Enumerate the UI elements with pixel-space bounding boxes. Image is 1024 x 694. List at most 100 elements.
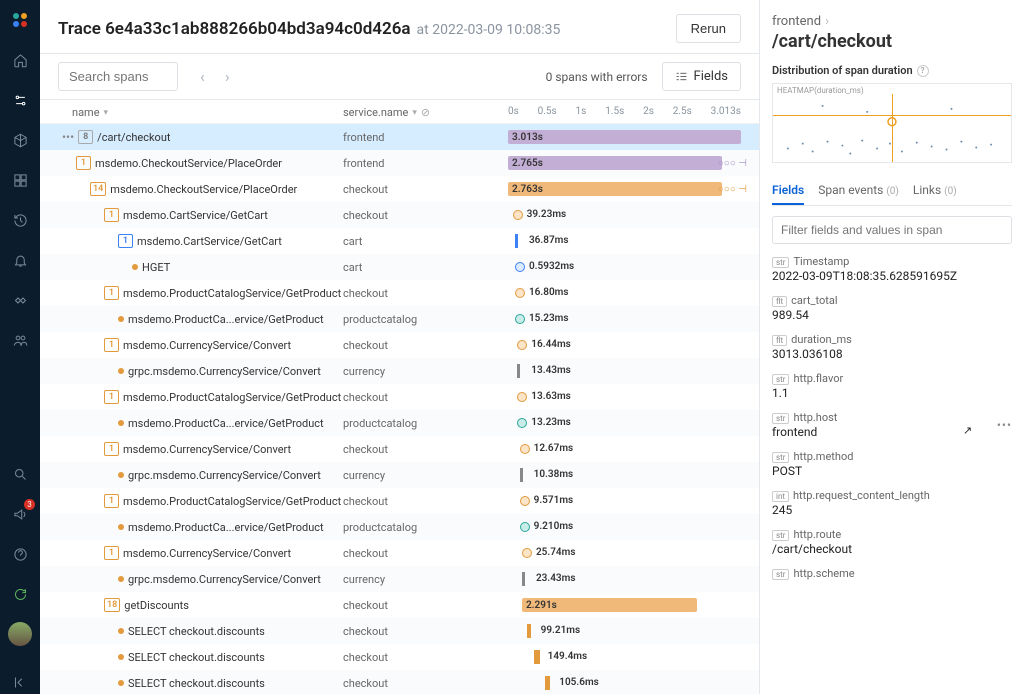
search-nav-icon[interactable] <box>8 462 32 486</box>
refresh-icon[interactable] <box>8 582 32 606</box>
span-row[interactable]: SELECT checkout.discountscheckout105.6ms <box>40 670 759 694</box>
span-name: getDiscounts <box>124 599 189 612</box>
span-row[interactable]: msdemo.ProductCa...ervice/GetProductprod… <box>40 514 759 540</box>
span-row[interactable]: •••8/cart/checkoutfrontend3.013s <box>40 124 759 150</box>
handshake-icon[interactable] <box>8 288 32 312</box>
collapse-icon[interactable] <box>8 670 32 694</box>
info-icon[interactable]: ? <box>917 65 929 77</box>
field-value: POST <box>772 464 1012 478</box>
heatmap-chart[interactable]: HEATMAP(duration_ms) <box>772 83 1012 163</box>
column-headers: name ▾ service.name ▾ ⊘ 0s0.5s1s1.5s2s2.… <box>40 100 759 124</box>
span-row[interactable]: 1msdemo.CurrencyService/Convertcheckout2… <box>40 540 759 566</box>
field-item[interactable]: strhttp.scheme <box>772 566 1012 580</box>
span-bar: 0.5932ms <box>508 258 741 276</box>
service-name: checkout <box>343 599 508 612</box>
span-count[interactable]: 1 <box>104 390 119 404</box>
span-bar: 39.23ms <box>508 206 741 224</box>
field-value: 2022-03-09T18:08:35.628591695Z <box>772 269 1012 283</box>
leaf-bullet <box>118 576 124 582</box>
span-row[interactable]: msdemo.ProductCa...ervice/GetProductprod… <box>40 306 759 332</box>
span-count[interactable]: 1 <box>104 494 119 508</box>
span-row[interactable]: grpc.msdemo.CurrencyService/Convertcurre… <box>40 358 759 384</box>
team-icon[interactable] <box>8 328 32 352</box>
span-row[interactable]: HGETcart0.5932ms <box>40 254 759 280</box>
span-count[interactable]: 1 <box>104 546 119 560</box>
field-item[interactable]: strhttp.flavor1.1 <box>772 371 1012 400</box>
distribution-title: Distribution of span duration ? <box>772 64 1012 77</box>
span-row[interactable]: 1msdemo.ProductCatalogService/GetProduct… <box>40 280 759 306</box>
leaf-bullet <box>118 680 124 686</box>
tab-fields[interactable]: Fields <box>772 177 804 205</box>
service-name: checkout <box>343 287 508 300</box>
span-name: msdemo.CheckoutService/PlaceOrder <box>95 157 282 170</box>
span-row[interactable]: msdemo.ProductCa...ervice/GetProductprod… <box>40 410 759 436</box>
user-avatar[interactable] <box>8 622 32 646</box>
span-count[interactable]: 1 <box>104 286 119 300</box>
service-name: frontend <box>343 157 508 170</box>
span-bar: 9.210ms <box>508 518 741 536</box>
col-service[interactable]: service.name ▾ ⊘ <box>343 106 508 119</box>
next-span-button[interactable]: › <box>217 63 238 90</box>
span-bar: 13.43ms <box>508 362 741 380</box>
service-name: cart <box>343 261 508 274</box>
service-name: cart <box>343 235 508 248</box>
home-icon[interactable] <box>8 48 32 72</box>
field-more-icon[interactable]: ••• <box>997 418 1012 432</box>
span-count[interactable]: 14 <box>90 182 106 196</box>
span-row[interactable]: 1msdemo.ProductCatalogService/GetProduct… <box>40 384 759 410</box>
more-icon[interactable]: ••• <box>62 130 74 144</box>
span-row[interactable]: SELECT checkout.discountscheckout99.21ms <box>40 618 759 644</box>
span-count[interactable]: 18 <box>104 598 120 612</box>
span-count[interactable]: 1 <box>104 208 119 222</box>
filter-fields-input[interactable] <box>772 216 1012 244</box>
tab-span-events[interactable]: Span events (0) <box>818 177 899 205</box>
span-row[interactable]: 1 msdemo.CheckoutService/PlaceOrder fronte… <box>40 150 759 176</box>
field-item[interactable]: strhttp.methodPOST <box>772 449 1012 478</box>
details-panel: frontend › /cart/checkout Distribution o… <box>759 0 1024 694</box>
rerun-button[interactable]: Rerun <box>676 14 741 43</box>
leaf-bullet <box>118 524 124 530</box>
announce-icon[interactable] <box>8 502 32 526</box>
col-name[interactable]: name ▾ <box>58 106 343 119</box>
alerts-icon[interactable] <box>8 248 32 272</box>
span-count[interactable]: 8 <box>78 130 93 144</box>
search-spans-input[interactable] <box>58 62 178 91</box>
field-item[interactable]: strhttp.route/cart/checkout <box>772 527 1012 556</box>
help-icon[interactable] <box>8 542 32 566</box>
tab-links[interactable]: Links (0) <box>913 177 957 205</box>
span-row[interactable]: grpc.msdemo.CurrencyService/Convertcurre… <box>40 566 759 592</box>
span-row[interactable]: 1msdemo.CartService/GetCartcart36.87ms <box>40 228 759 254</box>
span-row[interactable]: grpc.msdemo.CurrencyService/Convertcurre… <box>40 462 759 488</box>
span-row[interactable]: 14msdemo.CheckoutService/PlaceOrdercheck… <box>40 176 759 202</box>
span-count[interactable]: 1 <box>104 442 119 456</box>
query-icon[interactable] <box>8 88 32 112</box>
field-item[interactable]: strTimestamp2022-03-09T18:08:35.62859169… <box>772 254 1012 283</box>
span-row[interactable]: 1msdemo.ProductCatalogService/GetProduct… <box>40 488 759 514</box>
dashboard-icon[interactable] <box>8 168 32 192</box>
span-row[interactable]: 1msdemo.CurrencyService/Convertcheckout1… <box>40 332 759 358</box>
span-row[interactable]: SELECT checkout.discountscheckout149.4ms <box>40 644 759 670</box>
prev-span-button[interactable]: ‹ <box>192 63 213 90</box>
logo-icon[interactable] <box>8 8 32 32</box>
leaf-bullet <box>118 472 124 478</box>
service-name: productcatalog <box>343 521 508 534</box>
span-row[interactable]: 1msdemo.CartService/GetCartcheckout39.23… <box>40 202 759 228</box>
span-bar: 99.21ms <box>508 622 741 640</box>
span-row[interactable]: 1msdemo.CurrencyService/Convertcheckout1… <box>40 436 759 462</box>
cube-icon[interactable] <box>8 128 32 152</box>
history-icon[interactable] <box>8 208 32 232</box>
fields-button[interactable]: Fields <box>662 62 741 91</box>
breadcrumb[interactable]: frontend › <box>772 14 1012 29</box>
field-item[interactable]: fltduration_ms3013.036108 <box>772 332 1012 361</box>
field-item[interactable]: inthttp.request_content_length245 <box>772 488 1012 517</box>
span-count[interactable]: 1 <box>104 338 119 352</box>
pin-icon: ⊘ <box>421 106 430 119</box>
span-count[interactable]: 1 <box>76 156 91 170</box>
span-row[interactable]: 18getDiscountscheckout2.291s <box>40 592 759 618</box>
field-type-badge: str <box>772 452 789 463</box>
span-count[interactable]: 1 <box>118 234 133 248</box>
service-name: checkout <box>343 183 508 196</box>
field-item[interactable]: strhttp.hostfrontend•••↖ <box>772 410 1012 439</box>
field-item[interactable]: fltcart_total989.54 <box>772 293 1012 322</box>
leaf-bullet <box>118 420 124 426</box>
